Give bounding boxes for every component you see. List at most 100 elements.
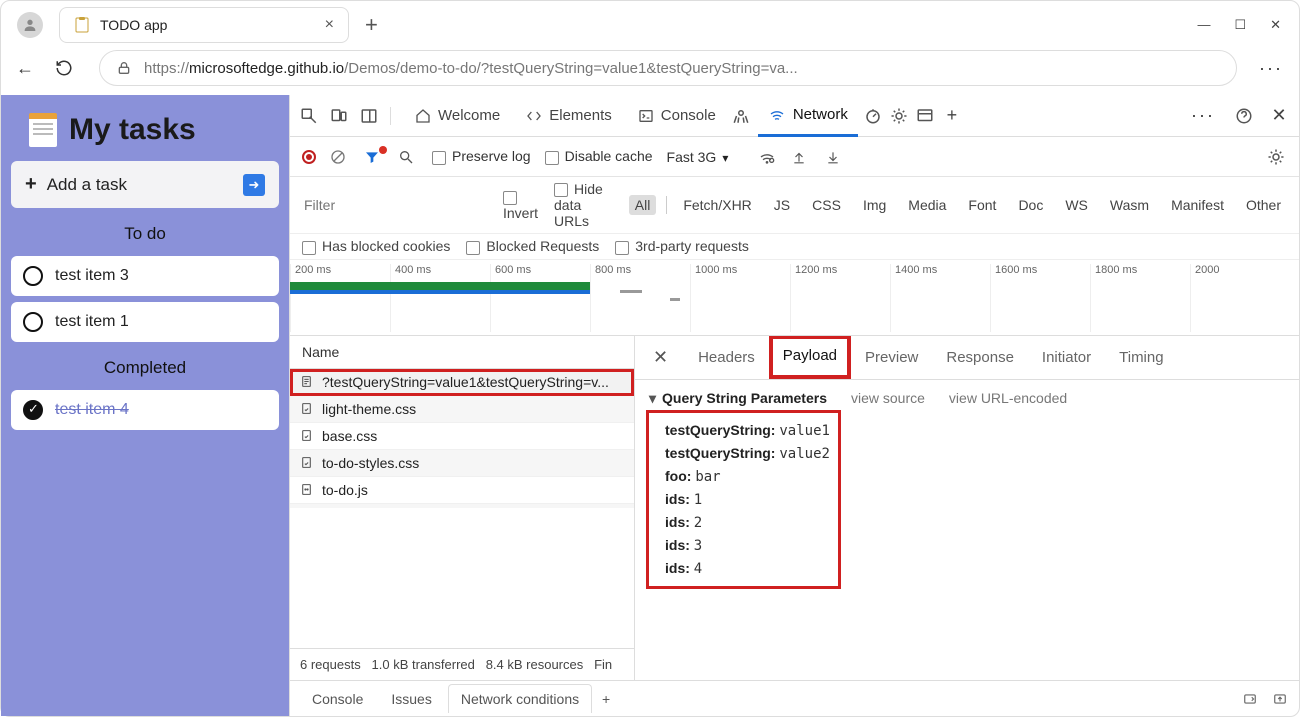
- more-tabs-plus-icon[interactable]: +: [942, 105, 962, 126]
- performance-icon[interactable]: [864, 107, 884, 125]
- drawer-expand-icon[interactable]: [1241, 692, 1259, 706]
- blocked-requests-checkbox[interactable]: Blocked Requests: [466, 238, 599, 254]
- application-icon[interactable]: [916, 107, 936, 125]
- waterfall-overview[interactable]: 200 ms400 ms600 ms800 ms1000 ms1200 ms14…: [290, 260, 1299, 336]
- devtools-more-icon[interactable]: ···: [1185, 105, 1221, 126]
- tab-console[interactable]: Console: [628, 95, 726, 137]
- browser-tabstrip: TODO app × + — ☐ ✕: [1, 1, 1299, 49]
- throttling-select[interactable]: Fast 3G: [667, 149, 745, 165]
- preserve-log-checkbox[interactable]: Preserve log: [432, 148, 531, 164]
- window-maximize-icon[interactable]: ☐: [1234, 17, 1246, 33]
- tab-network[interactable]: Network: [758, 95, 858, 137]
- new-tab-button[interactable]: +: [357, 8, 386, 42]
- devtools-panel: Welcome Elements Console Network + ···: [289, 95, 1299, 716]
- tab-close-icon[interactable]: ×: [325, 16, 334, 34]
- type-filter-js[interactable]: JS: [768, 195, 796, 215]
- memory-icon[interactable]: [890, 107, 910, 125]
- param-key: ids:: [665, 491, 690, 507]
- devtools-close-icon[interactable]: ✕: [1269, 105, 1289, 126]
- request-detail: ✕ HeadersPayloadPreviewResponseInitiator…: [635, 336, 1299, 680]
- back-button[interactable]: ←: [11, 58, 39, 79]
- request-row[interactable]: to-do.js: [290, 477, 634, 504]
- submit-arrow-icon[interactable]: ➜: [243, 174, 265, 196]
- window-minimize-icon[interactable]: —: [1197, 17, 1210, 33]
- request-list-header[interactable]: Name: [290, 336, 634, 369]
- tab-welcome[interactable]: Welcome: [405, 95, 510, 137]
- type-filter-ws[interactable]: WS: [1059, 195, 1094, 215]
- drawer-tab-network-conditions[interactable]: Network conditions: [448, 684, 592, 713]
- task-checkbox[interactable]: [23, 312, 43, 332]
- detail-tab-headers[interactable]: Headers: [684, 335, 769, 379]
- disable-cache-checkbox[interactable]: Disable cache: [545, 148, 653, 164]
- request-summary: 6 requests 1.0 kB transferred 8.4 kB res…: [290, 648, 634, 680]
- browser-tab[interactable]: TODO app ×: [59, 7, 349, 43]
- search-icon[interactable]: [398, 149, 418, 165]
- detail-tab-response[interactable]: Response: [932, 335, 1028, 379]
- add-task-label: Add a task: [47, 175, 127, 195]
- file-type-icon: [300, 483, 314, 496]
- drawer-tab-issues[interactable]: Issues: [379, 685, 443, 713]
- detail-tab-preview[interactable]: Preview: [851, 335, 932, 379]
- drawer-collapse-icon[interactable]: [1271, 692, 1289, 706]
- help-icon[interactable]: [1235, 107, 1255, 125]
- inspect-element-icon[interactable]: [300, 107, 320, 125]
- type-filter-media[interactable]: Media: [902, 195, 952, 215]
- export-har-icon[interactable]: [826, 149, 846, 165]
- address-bar[interactable]: https://microsoftedge.github.io/Demos/de…: [99, 50, 1237, 86]
- window-close-icon[interactable]: ✕: [1270, 17, 1281, 33]
- sources-icon[interactable]: [732, 107, 752, 125]
- param-value: value1: [779, 423, 830, 439]
- type-filter-manifest[interactable]: Manifest: [1165, 195, 1230, 215]
- type-filter-wasm[interactable]: Wasm: [1104, 195, 1155, 215]
- request-row[interactable]: to-do-styles.css: [290, 450, 634, 477]
- type-filter-all[interactable]: All: [629, 195, 657, 215]
- drawer-add-tab-icon[interactable]: +: [596, 691, 616, 707]
- network-conditions-icon[interactable]: [758, 149, 778, 165]
- task-label: test item 1: [55, 313, 129, 331]
- type-filter-other[interactable]: Other: [1240, 195, 1287, 215]
- record-icon[interactable]: [302, 150, 316, 164]
- request-row[interactable]: light-theme.css: [290, 396, 634, 423]
- param-value: 1: [694, 492, 702, 508]
- network-settings-icon[interactable]: [1267, 148, 1287, 166]
- request-row[interactable]: base.css: [290, 423, 634, 450]
- hide-data-urls-checkbox[interactable]: Hide data URLs: [554, 181, 613, 229]
- browser-menu-icon[interactable]: ···: [1253, 58, 1289, 79]
- task-label: test item 4: [55, 401, 129, 419]
- add-task-button[interactable]: + Add a task ➜: [11, 161, 279, 208]
- detail-close-icon[interactable]: ✕: [643, 347, 678, 368]
- device-toolbar-icon[interactable]: [330, 107, 350, 125]
- filter-input[interactable]: [302, 194, 487, 216]
- type-filter-img[interactable]: Img: [857, 195, 892, 215]
- task-row[interactable]: test item 3: [11, 256, 279, 296]
- view-url-encoded-link[interactable]: view URL-encoded: [949, 390, 1067, 406]
- type-filter-doc[interactable]: Doc: [1012, 195, 1049, 215]
- import-har-icon[interactable]: [792, 149, 812, 165]
- detail-tab-timing[interactable]: Timing: [1105, 335, 1177, 379]
- request-name: ?testQueryString=value1&testQueryString=…: [322, 374, 609, 390]
- refresh-button[interactable]: [55, 59, 83, 77]
- detail-tab-payload[interactable]: Payload: [769, 335, 851, 379]
- tab-title: TODO app: [100, 17, 315, 33]
- task-row[interactable]: test item 4: [11, 390, 279, 430]
- dock-side-icon[interactable]: [360, 107, 380, 125]
- profile-avatar[interactable]: [17, 12, 43, 38]
- third-party-checkbox[interactable]: 3rd-party requests: [615, 238, 749, 254]
- task-row[interactable]: test item 1: [11, 302, 279, 342]
- invert-checkbox[interactable]: Invert: [503, 189, 538, 221]
- type-filter-css[interactable]: CSS: [806, 195, 847, 215]
- request-row[interactable]: ?testQueryString=value1&testQueryString=…: [290, 369, 634, 396]
- type-filter-fetchxhr[interactable]: Fetch/XHR: [677, 195, 757, 215]
- clear-icon[interactable]: [330, 149, 350, 165]
- view-source-link[interactable]: view source: [851, 390, 925, 406]
- task-checkbox-checked[interactable]: [23, 400, 43, 420]
- blocked-cookies-checkbox[interactable]: Has blocked cookies: [302, 238, 450, 254]
- query-params-header[interactable]: Query String Parameters: [649, 390, 827, 407]
- drawer-tab-console[interactable]: Console: [300, 685, 375, 713]
- detail-tab-initiator[interactable]: Initiator: [1028, 335, 1105, 379]
- task-checkbox[interactable]: [23, 266, 43, 286]
- param-key: ids:: [665, 560, 690, 576]
- type-filter-font[interactable]: Font: [962, 195, 1002, 215]
- filter-icon[interactable]: [364, 149, 384, 165]
- tab-elements[interactable]: Elements: [516, 95, 622, 137]
